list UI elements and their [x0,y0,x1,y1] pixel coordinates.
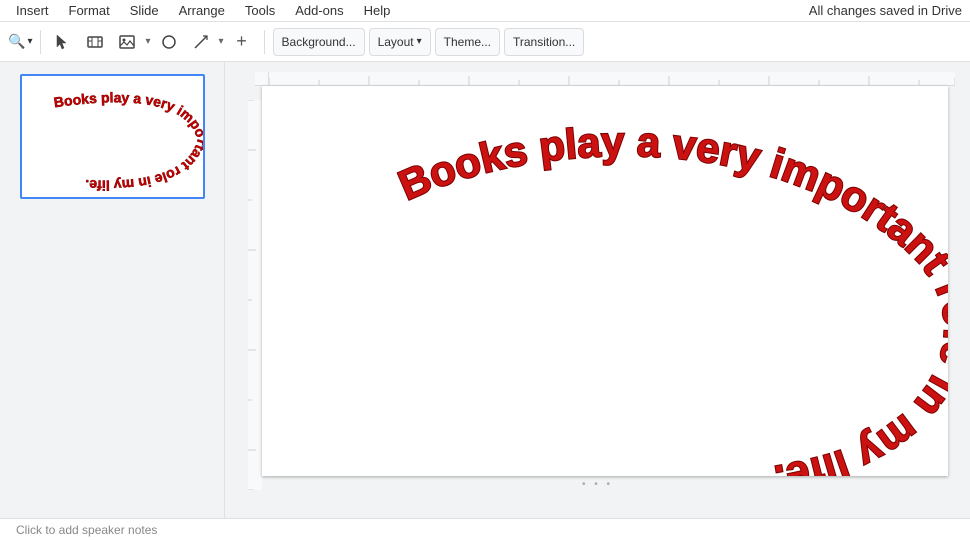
canvas-area: Books play a very important role in my l… [225,62,970,518]
image-chevron: ▾ [145,36,150,47]
menu-insert[interactable]: Insert [8,1,57,20]
transition-label: Transition... [513,35,575,49]
svg-text:Books play a very important ro: Books play a very important role in my l… [391,118,947,476]
layout-button[interactable]: Layout ▾ [369,28,431,56]
slide-panel: Books play a very important role in my l… [0,62,225,518]
notes-bar[interactable]: Click to add speaker notes [0,518,970,540]
select-tool-button[interactable] [49,28,77,56]
menu-tools[interactable]: Tools [237,1,283,20]
theme-button[interactable]: Theme... [435,28,500,56]
layout-label: Layout [378,35,414,49]
background-label: Background... [282,35,356,49]
image-tool-button[interactable] [113,28,141,56]
menu-arrange[interactable]: Arrange [171,1,233,20]
slide-thumbnail[interactable]: Books play a very important role in my l… [20,74,205,199]
zoom-icon: 🔍 [8,33,25,50]
comment-button[interactable]: + [228,28,256,56]
ruler-horizontal [269,72,955,86]
slide-canvas[interactable]: Books play a very important role in my l… [262,86,948,476]
menu-format[interactable]: Format [61,1,118,20]
menu-addons[interactable]: Add-ons [287,1,351,20]
transition-button[interactable]: Transition... [504,28,584,56]
bottom-dots: • • • [582,479,613,490]
ruler-vertical [248,100,262,490]
zoom-chevron: ▾ [27,36,32,47]
line-chevron: ▾ [219,36,224,47]
theme-label: Theme... [444,35,491,49]
toolbar: 🔍 ▾ ▾ ▾ + Background... Layout ▾ Theme..… [0,22,970,62]
toolbar-sep-1 [40,30,41,54]
curved-text-svg: Books play a very important role in my l… [262,86,948,476]
shape-tool-button[interactable] [155,28,183,56]
menu-help[interactable]: Help [356,1,399,20]
background-button[interactable]: Background... [273,28,365,56]
toolbar-sep-2 [264,30,265,54]
line-tool-button[interactable] [187,28,215,56]
menu-bar: Insert Format Slide Arrange Tools Add-on… [0,0,970,22]
zoom-control[interactable]: 🔍 ▾ [8,33,32,50]
layout-chevron: ▾ [417,36,422,47]
main-area: Books play a very important role in my l… [0,62,970,518]
textbox-tool-button[interactable] [81,28,109,56]
menu-slide[interactable]: Slide [122,1,167,20]
drive-status: All changes saved in Drive [809,3,962,18]
notes-placeholder: Click to add speaker notes [16,523,157,537]
